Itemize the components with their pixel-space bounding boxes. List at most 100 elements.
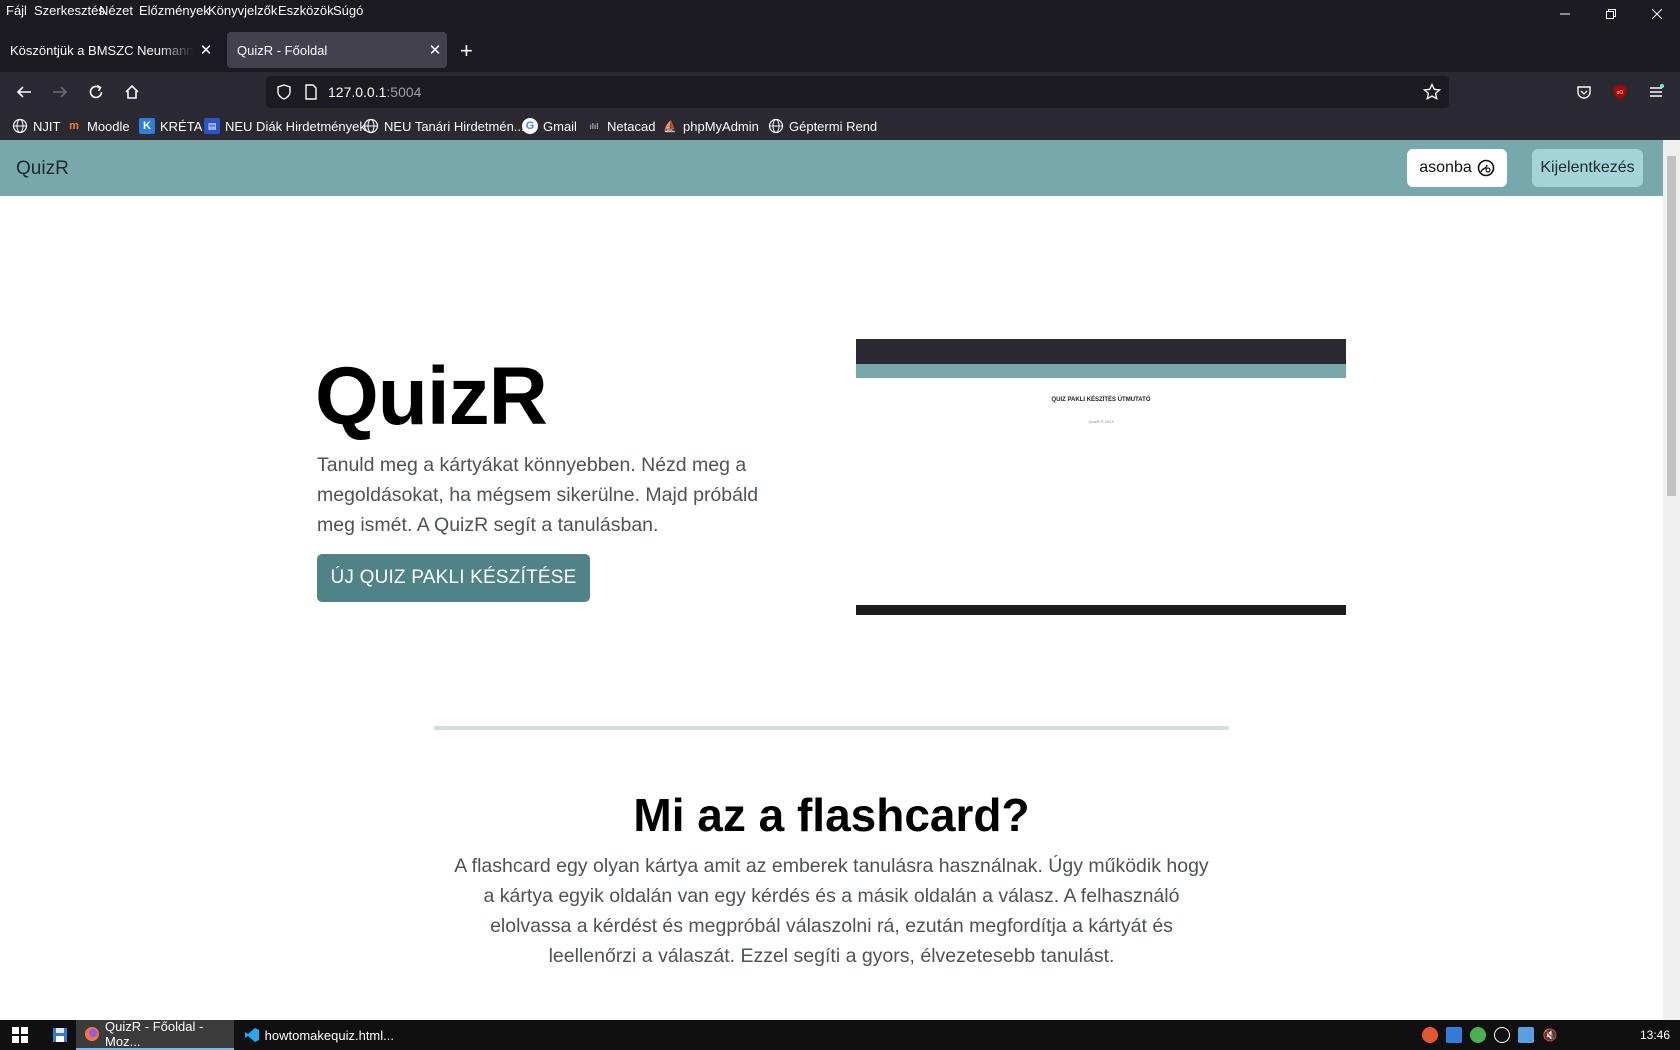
username-label: asonba bbox=[1419, 159, 1472, 176]
ublock-button[interactable]: uO bbox=[1608, 80, 1632, 104]
menu-history[interactable]: Előzmények bbox=[139, 3, 210, 18]
bookmark-label: Gmail bbox=[543, 118, 577, 134]
globe-icon bbox=[768, 118, 784, 134]
close-window-button[interactable] bbox=[1634, 0, 1680, 28]
menu-bookmarks[interactable]: Könyvjelzők bbox=[208, 3, 277, 18]
bookmark-njit[interactable]: NJIT bbox=[12, 118, 60, 134]
save-disk-icon bbox=[53, 1028, 67, 1042]
taskbar-vscode[interactable]: howtomakequiz.html... bbox=[236, 1020, 394, 1050]
star-icon[interactable] bbox=[1423, 83, 1441, 101]
bookmark-label: KRÉTA bbox=[160, 118, 203, 134]
tab-title: QuizR - Főoldal bbox=[237, 42, 328, 58]
bookmark-moodle[interactable]: m Moodle bbox=[66, 118, 130, 134]
preview-navbar bbox=[856, 364, 1346, 378]
moodle-icon: m bbox=[69, 120, 79, 132]
menu-file[interactable]: Fájl bbox=[6, 3, 27, 18]
taskbar-firefox[interactable]: QuizR - Főoldal - Moz... bbox=[76, 1019, 234, 1050]
bookmark-label: NEU Diák Hirdetmények bbox=[225, 118, 366, 134]
user-avatar-icon bbox=[1477, 159, 1495, 177]
reload-icon bbox=[89, 84, 103, 99]
pocket-icon bbox=[1577, 86, 1591, 99]
volume-muted-icon[interactable]: 🔇 bbox=[1542, 1027, 1558, 1043]
bookmark-geptermi-rend[interactable]: Géptermi Rend bbox=[768, 118, 877, 134]
kreta-icon: K bbox=[139, 118, 155, 134]
network-icon[interactable] bbox=[1518, 1027, 1534, 1043]
bookmark-phpmyadmin[interactable]: ⛵ phpMyAdmin bbox=[662, 118, 759, 134]
tray-status-icon[interactable] bbox=[1470, 1027, 1486, 1043]
home-icon bbox=[125, 84, 139, 99]
flashcard-section-title: Mi az a flashcard? bbox=[633, 789, 1030, 841]
bookmark-gmail[interactable]: G Gmail bbox=[522, 118, 577, 134]
minimize-button[interactable] bbox=[1542, 0, 1588, 28]
pocket-button[interactable] bbox=[1572, 80, 1596, 104]
preview-title: QUIZ PAKLI KÉSZÍTÉS ÚTMUTATÓ bbox=[1051, 397, 1151, 403]
tab-bar: Köszöntjük a BMSZC Neumann János ✕ QuizR… bbox=[0, 32, 1680, 70]
menu-help[interactable]: Súgó bbox=[333, 3, 363, 18]
home-button[interactable] bbox=[120, 80, 144, 104]
windows-icon bbox=[12, 1027, 28, 1043]
close-tab-icon[interactable]: ✕ bbox=[194, 41, 218, 59]
preview-footer: QuizR © 2023 bbox=[1088, 419, 1114, 424]
preview-taskbar bbox=[856, 605, 1346, 615]
tray-app-icon[interactable] bbox=[1422, 1027, 1438, 1043]
shield-icon[interactable] bbox=[276, 84, 292, 100]
flashcard-section-text: A flashcard egy olyan kártya amit az emb… bbox=[454, 855, 1209, 967]
tab-bmszc[interactable]: Köszöntjük a BMSZC Neumann János ✕ bbox=[0, 32, 218, 68]
close-tab-icon[interactable]: ✕ bbox=[423, 41, 447, 59]
page-scrollbar[interactable] bbox=[1663, 140, 1680, 1020]
tray-network-app-icon[interactable] bbox=[1446, 1027, 1462, 1043]
taskbar-item-label: QuizR - Főoldal - Moz... bbox=[105, 1019, 204, 1049]
site-navbar: QuizR asonba Kijelentkezés bbox=[0, 140, 1663, 196]
page-viewport: QuizR asonba Kijelentkezés QuizR Tanuld … bbox=[0, 140, 1680, 1020]
bookmark-neu-tanari[interactable]: NEU Tanári Hirdetmén... bbox=[363, 118, 525, 134]
back-arrow-icon bbox=[16, 86, 31, 98]
restore-icon bbox=[1606, 9, 1616, 19]
menu-edit[interactable]: Szerkesztés bbox=[34, 3, 105, 18]
app-menu-button[interactable] bbox=[1644, 80, 1668, 104]
tab-quizr[interactable]: QuizR - Főoldal ✕ bbox=[227, 32, 447, 68]
user-profile-button[interactable]: asonba bbox=[1407, 149, 1507, 187]
reload-button[interactable] bbox=[84, 80, 108, 104]
preview-browser-chrome bbox=[856, 339, 1346, 364]
bookmark-label: phpMyAdmin bbox=[683, 118, 759, 134]
bookmark-label: NJIT bbox=[33, 118, 61, 134]
url-bar[interactable]: 127.0.0.1:5004 bbox=[266, 76, 1449, 108]
close-icon bbox=[1652, 9, 1662, 19]
menu-bar: Fájl Szerkesztés Nézet Előzmények Könyvj… bbox=[0, 0, 1680, 24]
page-icon[interactable] bbox=[304, 84, 318, 100]
back-button[interactable] bbox=[12, 80, 36, 104]
news-icon: ▤ bbox=[204, 118, 220, 134]
bookmark-netacad[interactable]: ılıl Netacad bbox=[586, 118, 656, 134]
tab-title: Köszöntjük a BMSZC Neumann János bbox=[10, 42, 194, 58]
menu-tools[interactable]: Eszközök bbox=[278, 3, 334, 18]
cisco-icon: ılıl bbox=[589, 121, 599, 131]
globe-icon bbox=[363, 118, 379, 134]
url-host: 127.0.0.1 bbox=[328, 84, 387, 100]
nav-toolbar: 127.0.0.1:5004 uO bbox=[0, 72, 1680, 112]
language-globe-icon[interactable] bbox=[1494, 1027, 1510, 1043]
hero-preview-image: QUIZ PAKLI KÉSZÍTÉS ÚTMUTATÓ QuizR © 202… bbox=[856, 339, 1346, 615]
window-controls bbox=[1542, 0, 1680, 28]
url-text: 127.0.0.1:5004 bbox=[328, 84, 421, 100]
bookmark-label: Géptermi Rend bbox=[789, 118, 878, 134]
menu-view[interactable]: Nézet bbox=[99, 3, 133, 18]
bookmark-kreta[interactable]: K KRÉTA bbox=[139, 118, 202, 134]
taskbar-item-label: howtomakequiz.html... bbox=[264, 1027, 394, 1043]
svg-text:uO: uO bbox=[1617, 90, 1624, 96]
bookmark-neu-diak[interactable]: ▤ NEU Diák Hirdetmények bbox=[204, 118, 366, 134]
new-quiz-deck-button[interactable]: ÚJ QUIZ PAKLI KÉSZÍTÉSE bbox=[317, 554, 590, 602]
site-brand-link[interactable]: QuizR bbox=[16, 158, 69, 180]
google-icon: G bbox=[522, 118, 538, 134]
bookmark-label: Moodle bbox=[87, 118, 130, 134]
forward-arrow-icon bbox=[53, 86, 68, 98]
scrollbar-thumb[interactable] bbox=[1667, 156, 1676, 496]
new-tab-icon[interactable]: + bbox=[460, 38, 473, 64]
clock[interactable]: 13:46 bbox=[1640, 1028, 1670, 1042]
taskbar-pinned-app[interactable] bbox=[44, 1020, 74, 1050]
forward-button[interactable] bbox=[48, 80, 72, 104]
hamburger-menu-icon bbox=[1650, 84, 1664, 97]
restore-button[interactable] bbox=[1588, 0, 1634, 28]
start-button[interactable] bbox=[4, 1020, 36, 1050]
hero-title: QuizR bbox=[315, 351, 548, 442]
logout-button[interactable]: Kijelentkezés bbox=[1532, 149, 1643, 187]
